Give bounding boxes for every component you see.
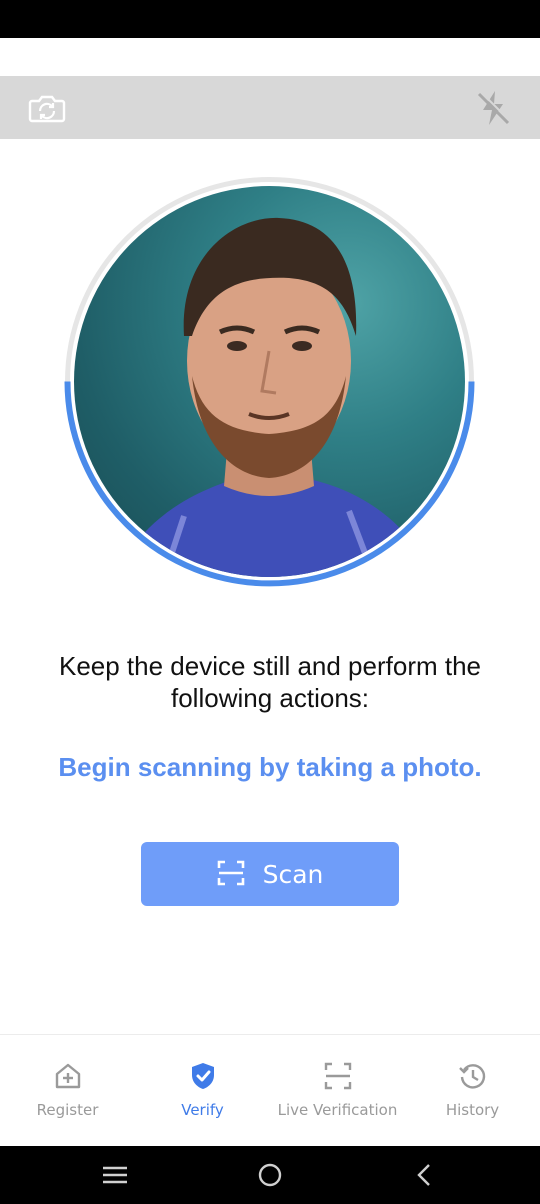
shield-check-icon	[188, 1061, 218, 1091]
nav-item-register[interactable]: Register	[0, 1035, 135, 1147]
recent-apps-icon[interactable]	[100, 1160, 130, 1190]
history-icon	[458, 1061, 488, 1091]
nav-item-verify[interactable]: Verify	[135, 1035, 270, 1147]
flash-off-icon[interactable]	[474, 88, 512, 128]
bottom-navigation: Register Verify Live Verification Histor…	[0, 1034, 540, 1146]
back-chevron-icon[interactable]	[410, 1160, 440, 1190]
scan-button-label: Scan	[262, 859, 324, 889]
system-navigation-bar	[0, 1146, 540, 1204]
top-spacer	[0, 38, 540, 76]
scan-frame-icon	[323, 1061, 353, 1091]
home-circle-icon[interactable]	[255, 1160, 285, 1190]
nav-item-live-verification[interactable]: Live Verification	[270, 1035, 405, 1147]
scan-button[interactable]: Scan	[141, 842, 399, 906]
instruction-text: Keep the device still and perform the fo…	[58, 651, 482, 713]
face-photo	[74, 186, 465, 577]
nav-item-history[interactable]: History	[405, 1035, 540, 1147]
camera-toolbar	[0, 76, 540, 139]
status-bar	[0, 0, 540, 38]
camera-switch-icon[interactable]	[28, 92, 66, 124]
scan-frame-icon	[217, 860, 245, 889]
home-add-icon	[53, 1061, 83, 1091]
nav-label-register: Register	[36, 1101, 99, 1119]
scan-status-message: Begin scanning by taking a photo.	[58, 752, 482, 782]
nav-label-live-verification: Live Verification	[277, 1101, 398, 1119]
face-capture-frame	[64, 176, 475, 587]
nav-label-history: History	[445, 1101, 500, 1119]
nav-label-verify: Verify	[181, 1101, 224, 1119]
